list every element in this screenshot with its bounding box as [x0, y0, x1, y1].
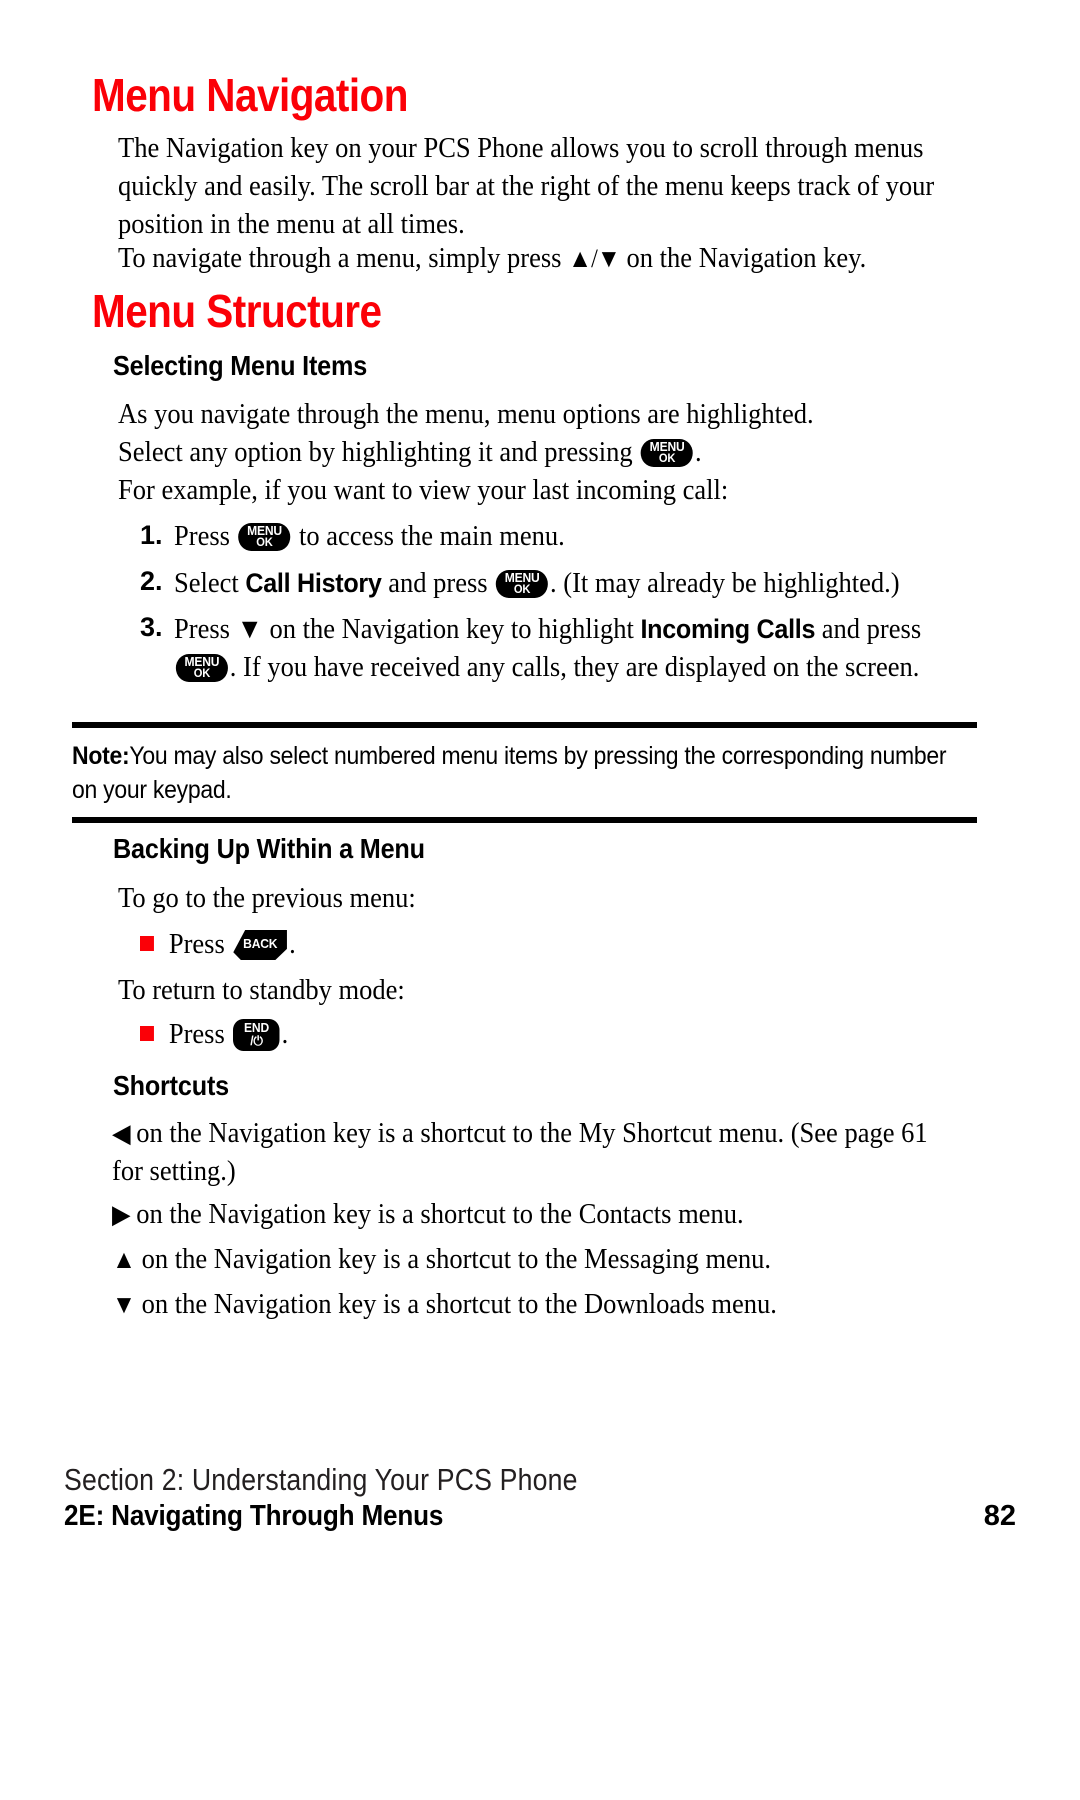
selecting-paragraph-1: As you navigate through the menu, menu o…	[118, 396, 936, 472]
menu-ok-key-line2: OK	[193, 666, 211, 680]
shortcut-item-right: ▶ on the Navigation key is a shortcut to…	[112, 1196, 949, 1234]
backing-up-bullet-2-before: Press	[168, 1019, 232, 1050]
step-1-after: to access the main menu.	[292, 521, 565, 552]
end-key-line2: /⏻	[250, 1033, 263, 1048]
backing-up-bullet-1: Press BACK .	[140, 926, 958, 964]
step-3-after: . If you have received any calls, they a…	[229, 652, 920, 683]
updown-arrow-icon: ▲/▼	[568, 244, 621, 273]
document-page: Menu Navigation The Navigation key on yo…	[0, 0, 1080, 1800]
step-3-number: 3.	[140, 612, 163, 642]
backing-up-bullet-1-after: .	[289, 929, 296, 960]
backing-up-line-1: To go to the previous menu:	[118, 883, 416, 914]
left-arrow-icon: ◀	[112, 1119, 131, 1148]
intro-paragraph-2-before: To navigate through a menu, simply press	[118, 243, 569, 274]
step-3-middle: and press	[815, 614, 922, 645]
section-title-menu-structure: Menu Structure	[92, 285, 382, 337]
selecting-line-2-before: Select any option by highlighting it and…	[118, 437, 640, 468]
right-arrow-icon: ▶	[112, 1200, 131, 1229]
footer-page-number: 82	[983, 1500, 1016, 1532]
menu-ok-key-line2: OK	[256, 535, 273, 549]
shortcut-item-left: ◀ on the Navigation key is a shortcut to…	[112, 1115, 949, 1191]
subsection-title-backing-up: Backing Up Within a Menu	[113, 833, 425, 864]
note-body: You may also select numbered menu items …	[72, 742, 947, 804]
step-2-middle: and press	[381, 568, 495, 599]
backing-up-bullet-2: Press END /⏻ .	[140, 1016, 958, 1054]
step-3-before: Press ▼ on the Navigation key to highlig…	[174, 614, 641, 645]
menu-ok-key-line2: OK	[658, 451, 676, 465]
note-content: Note:You may also select numbered menu i…	[72, 739, 969, 807]
note-top-rule	[72, 722, 977, 728]
backing-up-bullet-2-after: .	[281, 1019, 289, 1050]
step-1-before: Press	[174, 521, 237, 552]
back-key-icon: BACK	[233, 930, 288, 960]
subsection-title-selecting-menu-items: Selecting Menu Items	[113, 350, 368, 381]
step-2-before: Select	[174, 568, 246, 599]
backing-up-line-2: To return to standby mode:	[118, 975, 405, 1006]
shortcut-right-text: on the Navigation key is a shortcut to t…	[129, 1199, 744, 1230]
selecting-line-1: As you navigate through the menu, menu o…	[118, 399, 814, 430]
intro-paragraph-2: To navigate through a menu, simply press…	[118, 240, 955, 278]
red-square-bullet-icon	[140, 1026, 154, 1041]
step-3-menu-name: Incoming Calls	[640, 614, 816, 644]
backing-up-bullet-1-before: Press	[168, 929, 232, 960]
step-item-2: 2. Select Call History and press MENU OK…	[140, 564, 1020, 603]
end-power-key-icon: END /⏻	[233, 1019, 280, 1051]
step-1-number: 1.	[140, 520, 163, 550]
menu-ok-key-icon: MENU OK	[641, 439, 694, 467]
page-title-menu-navigation: Menu Navigation	[92, 69, 408, 121]
step-item-3: 3. Press ▼ on the Navigation key to high…	[140, 610, 1020, 687]
step-2-menu-name: Call History	[245, 568, 382, 598]
menu-ok-key-icon: MENU OK	[238, 523, 291, 551]
note-box: Note:You may also select numbered menu i…	[72, 722, 977, 823]
step-2-after: . (It may already be highlighted.)	[550, 568, 900, 599]
shortcut-down-text: on the Navigation key is a shortcut to t…	[135, 1289, 777, 1320]
shortcut-item-up: ▲ on the Navigation key is a shortcut to…	[112, 1241, 949, 1279]
shortcut-item-down: ▼ on the Navigation key is a shortcut to…	[112, 1286, 949, 1324]
menu-ok-key-line2: OK	[513, 582, 531, 596]
note-bottom-rule	[72, 817, 977, 823]
shortcut-left-text: on the Navigation key is a shortcut to t…	[112, 1118, 928, 1187]
intro-paragraph-1: The Navigation key on your PCS Phone all…	[118, 133, 935, 240]
down-arrow-icon: ▼	[112, 1290, 136, 1319]
footer-section-line: Section 2: Understanding Your PCS Phone	[64, 1462, 578, 1497]
note-label: Note:	[72, 742, 130, 770]
back-key-label: BACK	[243, 936, 278, 951]
selecting-paragraph-2: For example, if you want to view your la…	[118, 475, 729, 506]
step-item-1: 1. Press MENU OK to access the main menu…	[140, 518, 1000, 556]
menu-ok-key-icon: MENU OK	[496, 570, 549, 598]
menu-ok-key-icon: MENU OK	[175, 654, 228, 682]
red-square-bullet-icon	[140, 936, 154, 951]
intro-paragraph-2-after: on the Navigation key.	[619, 243, 867, 274]
subsection-title-shortcuts: Shortcuts	[113, 1070, 230, 1101]
up-arrow-icon: ▲	[112, 1245, 136, 1274]
selecting-line-2-after: .	[695, 437, 702, 468]
step-2-number: 2.	[140, 566, 163, 596]
shortcut-up-text: on the Navigation key is a shortcut to t…	[135, 1244, 772, 1275]
